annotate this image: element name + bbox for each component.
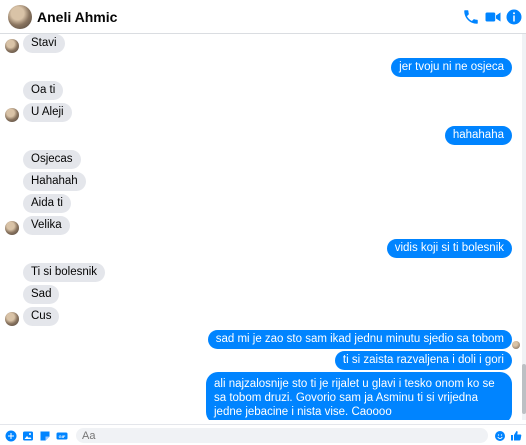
contact-name[interactable]: Aneli Ahmic: [37, 9, 117, 25]
message-incoming[interactable]: Velika: [23, 216, 70, 235]
like-icon[interactable]: [510, 430, 522, 442]
message-incoming[interactable]: Hahahah: [23, 172, 86, 191]
video-icon[interactable]: [484, 8, 502, 26]
contact-avatar-small: [5, 108, 19, 122]
message-input-wrapper: [76, 428, 488, 444]
message-incoming[interactable]: Stavi: [23, 34, 65, 53]
message-outgoing[interactable]: ali najzalosnije sto ti je rijalet u gla…: [206, 372, 512, 420]
gif-icon[interactable]: GIF: [56, 430, 68, 442]
seen-avatar: [512, 341, 520, 349]
message-input[interactable]: [76, 428, 488, 444]
message-incoming[interactable]: Osjecas: [23, 150, 81, 169]
svg-text:GIF: GIF: [59, 434, 66, 439]
phone-icon[interactable]: [462, 8, 480, 26]
contact-avatar-small: [5, 312, 19, 326]
contact-avatar-small: [5, 39, 19, 53]
message-incoming[interactable]: Oa ti: [23, 81, 64, 100]
message-outgoing[interactable]: ti si zaista razvaljena i doli i gori: [334, 351, 512, 370]
chat-header: Aneli Ahmic: [0, 0, 526, 34]
message-incoming[interactable]: U Aleji: [23, 103, 72, 122]
message-outgoing[interactable]: hahahaha: [444, 126, 512, 145]
scrollbar-thumb[interactable]: [522, 364, 526, 414]
sticker-icon[interactable]: [39, 430, 51, 442]
plus-icon[interactable]: [5, 430, 17, 442]
contact-avatar-small: [5, 221, 19, 235]
message-outgoing[interactable]: vidis koji si ti bolesnik: [386, 239, 512, 258]
message-list[interactable]: Stavi jer tvoju ni ne osjeca Oa ti U Ale…: [0, 34, 526, 420]
message-outgoing[interactable]: sad mi je zao sto sam ikad jednu minutu …: [207, 330, 512, 349]
message-incoming[interactable]: Sad: [23, 285, 60, 304]
message-incoming[interactable]: Ti si bolesnik: [23, 263, 106, 282]
image-icon[interactable]: [22, 430, 34, 442]
message-outgoing[interactable]: jer tvoju ni ne osjeca: [391, 58, 512, 77]
message-composer: GIF: [0, 424, 526, 445]
emoji-icon[interactable]: [494, 430, 506, 442]
message-incoming[interactable]: Aida ti: [23, 194, 71, 213]
scrollbar[interactable]: [522, 34, 526, 420]
message-incoming[interactable]: Cus: [23, 307, 60, 326]
contact-avatar[interactable]: [8, 5, 32, 29]
info-icon[interactable]: [505, 8, 523, 26]
